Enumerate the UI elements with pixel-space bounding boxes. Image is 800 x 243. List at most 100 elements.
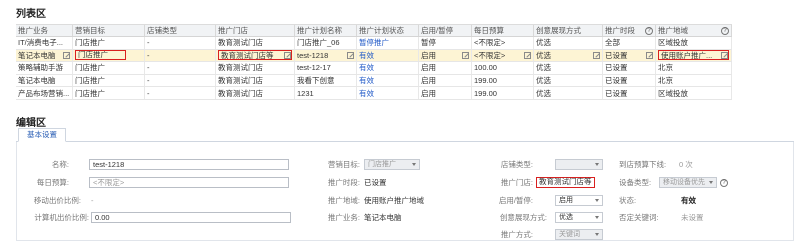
mobile-bid-ratio-label: 移动出价比例: <box>33 196 81 205</box>
marketing-target-select[interactable]: 门店推广 <box>364 159 420 170</box>
edit-icon[interactable] <box>721 51 728 59</box>
creative-display-select[interactable]: 优选 <box>555 212 603 223</box>
column-header[interactable]: 推广计划状态 <box>357 25 419 36</box>
table-cell: 优选 <box>536 76 551 86</box>
column-header[interactable]: 推广时段? <box>603 25 656 36</box>
edit-panel: 名称: test-1218 每日预算: <不限定> 移动出价比例: - 计算机出… <box>16 142 794 241</box>
tab-basic-settings[interactable]: 基本设置 <box>18 128 66 142</box>
edit-icon[interactable] <box>347 51 354 59</box>
table-cell: 有效 <box>359 50 374 60</box>
table-cell: 199.00 <box>474 76 497 86</box>
enable-pause-select[interactable]: 启用 <box>555 195 603 206</box>
table-cell: 笔记本电脑 <box>18 76 56 86</box>
table-cell: 门店推广 <box>75 50 126 61</box>
name-label: 名称: <box>51 160 69 169</box>
table-cell: 暂停 <box>421 38 436 48</box>
tab-bar: 基本设置 <box>16 128 794 142</box>
pc-bid-ratio-label: 计算机出价比例: <box>34 213 89 222</box>
list-section-title: 列表区 <box>16 9 46 20</box>
device-type-select[interactable]: 移动设备优先 <box>659 177 717 188</box>
store-budget-limit-label: 到店预算下线: <box>619 160 667 169</box>
table-cell: 启用 <box>421 63 436 73</box>
promotion-method-select[interactable]: 关键词 <box>555 229 603 240</box>
table-cell: - <box>147 76 150 86</box>
table-cell: 有效 <box>359 63 374 73</box>
table-cell: 使用账户推广... <box>661 50 713 60</box>
promotion-store-label: 推广门店: <box>500 178 533 187</box>
edit-icon[interactable] <box>524 51 531 59</box>
state-label: 状态: <box>619 196 637 205</box>
help-icon[interactable]: ? <box>721 26 729 35</box>
table-cell: - <box>147 38 150 48</box>
table-cell: - <box>147 88 150 98</box>
table-row-selected[interactable]: 笔记本电脑 门店推广 - 教育测试门店等 test-1218 有效 启用 <不限… <box>16 49 732 63</box>
table-cell: 北京 <box>658 76 673 86</box>
help-icon[interactable]: ? <box>720 178 728 187</box>
table-cell: 1231 <box>297 88 314 98</box>
table-cell: <不限定> <box>474 38 506 48</box>
mobile-bid-ratio-value: - <box>91 196 94 205</box>
column-header[interactable]: 营销目标 <box>73 25 145 36</box>
column-header[interactable]: 创意展现方式 <box>534 25 603 36</box>
table-row[interactable]: IT/消费电子... 门店推广 - 教育测试门店 门店推广_06 暂停推广 暂停… <box>16 37 732 50</box>
promotion-period-label: 推广时段: <box>327 178 360 187</box>
shop-type-label: 店铺类型: <box>500 160 533 169</box>
table-cell: 优选 <box>536 88 551 98</box>
table-cell: 区域投放 <box>658 38 688 48</box>
edit-icon[interactable] <box>462 51 469 59</box>
name-input[interactable]: test-1218 <box>89 159 289 170</box>
promotion-business-link[interactable]: 笔记本电脑 <box>364 212 402 223</box>
pc-bid-ratio-input[interactable]: 0.00 <box>91 212 291 223</box>
table-cell: 199.00 <box>474 88 497 98</box>
column-header[interactable]: 每日预算 <box>472 25 534 36</box>
column-header[interactable]: 店铺类型 <box>145 25 216 36</box>
edit-icon[interactable] <box>593 51 600 59</box>
table-cell: 门店推广 <box>75 63 105 73</box>
table-row[interactable]: 策略辅助手游 门店推广 - 教育测试门店 test-12-17 有效 启用 10… <box>16 62 732 75</box>
edit-icon[interactable] <box>63 51 70 59</box>
table-cell: 优选 <box>536 50 551 60</box>
table-row[interactable]: 产品布场营销... 门店推广 - 教育测试门店 1231 有效 启用 199.0… <box>16 87 732 100</box>
table-cell: 启用 <box>421 88 436 98</box>
table-header: 推广业务 营销目标 店铺类型 推广门店 推广计划名称 推广计划状态 启用/暂停 … <box>16 24 732 37</box>
column-header[interactable]: 推广门店 <box>216 25 295 36</box>
daily-budget-input[interactable]: <不限定> <box>89 177 289 188</box>
column-header[interactable]: 推广业务 <box>16 25 73 36</box>
help-icon[interactable]: ? <box>645 26 653 35</box>
table-cell: 已设置 <box>605 76 628 86</box>
table-cell: 已设置 <box>605 63 628 73</box>
state-value: 有效 <box>681 196 696 205</box>
column-header[interactable]: 启用/暂停 <box>419 25 472 36</box>
daily-budget-label: 每日预算: <box>36 178 69 187</box>
column-header[interactable]: 推广计划名称 <box>295 25 357 36</box>
table-cell: 北京 <box>658 63 673 73</box>
table-cell: 已设置 <box>605 88 628 98</box>
promotion-region-link[interactable]: 使用账户推广地域 <box>364 195 424 206</box>
table-cell: 区域投放 <box>658 88 688 98</box>
table-row[interactable]: 笔记本电脑 门店推广 - 教育测试门店 我看下创意 有效 启用 199.00 优… <box>16 74 732 88</box>
edit-icon[interactable] <box>284 51 291 59</box>
table-cell: 全部 <box>605 38 620 48</box>
table-cell: 启用 <box>421 76 436 86</box>
promotion-period-link[interactable]: 已设置 <box>364 177 387 188</box>
table-cell: 有效 <box>359 88 374 98</box>
promotion-business-label: 推广业务: <box>327 213 360 222</box>
table-cell: 笔记本电脑 <box>18 50 56 60</box>
table-cell: 产品布场营销... <box>18 88 70 98</box>
device-type-label: 设备类型: <box>619 178 652 187</box>
table-cell: test-1218 <box>297 50 329 60</box>
column-header[interactable]: 推广地域? <box>656 25 732 36</box>
table-cell: IT/消费电子... <box>18 38 63 48</box>
table-cell: 门店推广_06 <box>297 38 340 48</box>
table-cell: 已设置 <box>605 50 628 60</box>
table-cell: 我看下创意 <box>297 76 335 86</box>
negative-keyword-label: 否定关键词: <box>619 213 659 222</box>
shop-type-select[interactable] <box>555 159 603 170</box>
table-cell: - <box>147 63 150 73</box>
table-cell: 100.00 <box>474 63 497 73</box>
table-cell: 有效 <box>359 76 374 86</box>
edit-icon[interactable] <box>646 51 653 59</box>
promotion-store-link[interactable]: 教育测试门店等 <box>536 177 595 188</box>
table-cell: - <box>147 50 150 60</box>
edit-section-title: 编辑区 <box>16 118 46 129</box>
